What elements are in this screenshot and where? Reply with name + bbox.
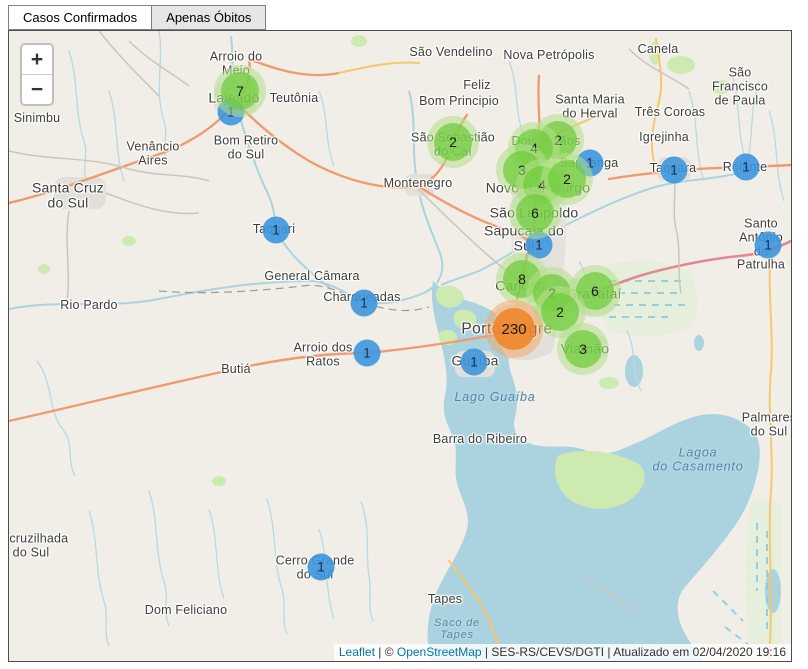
tab-casos-confirmados[interactable]: Casos Confirmados	[8, 5, 152, 30]
cluster-marker[interactable]: 230	[485, 300, 543, 358]
tab-apenas-obitos[interactable]: Apenas Óbitos	[151, 5, 266, 30]
city-label: São Vendelino	[409, 46, 492, 60]
city-label: Bom Retiro do Sul	[214, 134, 279, 162]
single-marker[interactable]: 1	[661, 157, 688, 184]
zoom-out-button[interactable]: −	[22, 74, 52, 104]
openstreetmap-link[interactable]: OpenStreetMap	[397, 645, 482, 659]
city-label: Três Coroas	[635, 106, 706, 120]
city-label: Santa Cruz do Sul	[32, 181, 104, 212]
overlay-layer: SinimbuArroio do MeioTeutôniaLajeadoBom …	[9, 31, 791, 661]
city-label: Igrejinha	[639, 131, 689, 145]
water-label: Saco de Tapes	[434, 617, 480, 641]
city-label: Butiá	[221, 363, 251, 377]
city-label: Venâncio Aires	[126, 140, 179, 168]
city-label: Feliz	[463, 79, 490, 93]
cluster-count: 230	[493, 308, 535, 350]
single-marker[interactable]: 1	[308, 554, 335, 581]
city-label: Tapes	[428, 593, 462, 607]
zoom-in-button[interactable]: +	[22, 45, 52, 74]
city-label: Palmares do Sul	[742, 411, 792, 439]
water-label: Lago Guaíba	[454, 391, 535, 405]
city-label: Encruzilhada do Sul	[8, 532, 68, 560]
city-label: Bom Principio	[419, 95, 499, 109]
city-label: Sinimbu	[14, 112, 61, 126]
attribution-separator: | ©	[375, 645, 397, 659]
city-label: Barra do Ribeiro	[433, 433, 527, 447]
attribution-text: | SES-RS/CEVS/DGTI | Atualizado em 02/04…	[482, 645, 786, 659]
cluster-count: 2	[434, 123, 472, 161]
single-marker[interactable]: 1	[461, 349, 488, 376]
cluster-count: 3	[564, 330, 602, 368]
city-label: Canela	[638, 43, 679, 57]
cluster-count: 7	[221, 72, 259, 110]
cluster-marker[interactable]: 6	[509, 187, 561, 239]
cluster-count: 2	[548, 160, 586, 198]
city-label: Rio Pardo	[60, 299, 117, 313]
cluster-marker[interactable]: 7	[214, 65, 266, 117]
single-marker[interactable]: 1	[354, 340, 381, 367]
city-label: Nova Petrópolis	[503, 49, 594, 63]
attribution-bar: Leaflet | © OpenStreetMap | SES-RS/CEVS/…	[334, 644, 791, 661]
single-marker[interactable]: 1	[351, 290, 378, 317]
single-marker[interactable]: 1	[755, 232, 782, 259]
city-label: Montenegro	[384, 177, 453, 191]
city-label: Arroio dos Ratos	[294, 341, 353, 369]
tab-bar: Casos Confirmados Apenas Óbitos	[8, 5, 266, 30]
city-label: São Francisco de Paula	[712, 66, 768, 107]
cluster-marker[interactable]: 3	[557, 323, 609, 375]
city-label: Teutônia	[270, 92, 319, 106]
city-label: General Câmara	[264, 270, 359, 284]
leaflet-map[interactable]: SinimbuArroio do MeioTeutôniaLajeadoBom …	[8, 30, 792, 662]
city-label: Dom Feliciano	[145, 604, 228, 618]
zoom-control: + −	[20, 43, 54, 106]
cluster-count: 6	[516, 194, 554, 232]
single-marker[interactable]: 1	[263, 217, 290, 244]
water-label: Lagoa do Casamento	[653, 446, 744, 474]
cluster-marker[interactable]: 2	[427, 116, 479, 168]
single-marker[interactable]: 1	[733, 154, 760, 181]
leaflet-link[interactable]: Leaflet	[339, 645, 375, 659]
